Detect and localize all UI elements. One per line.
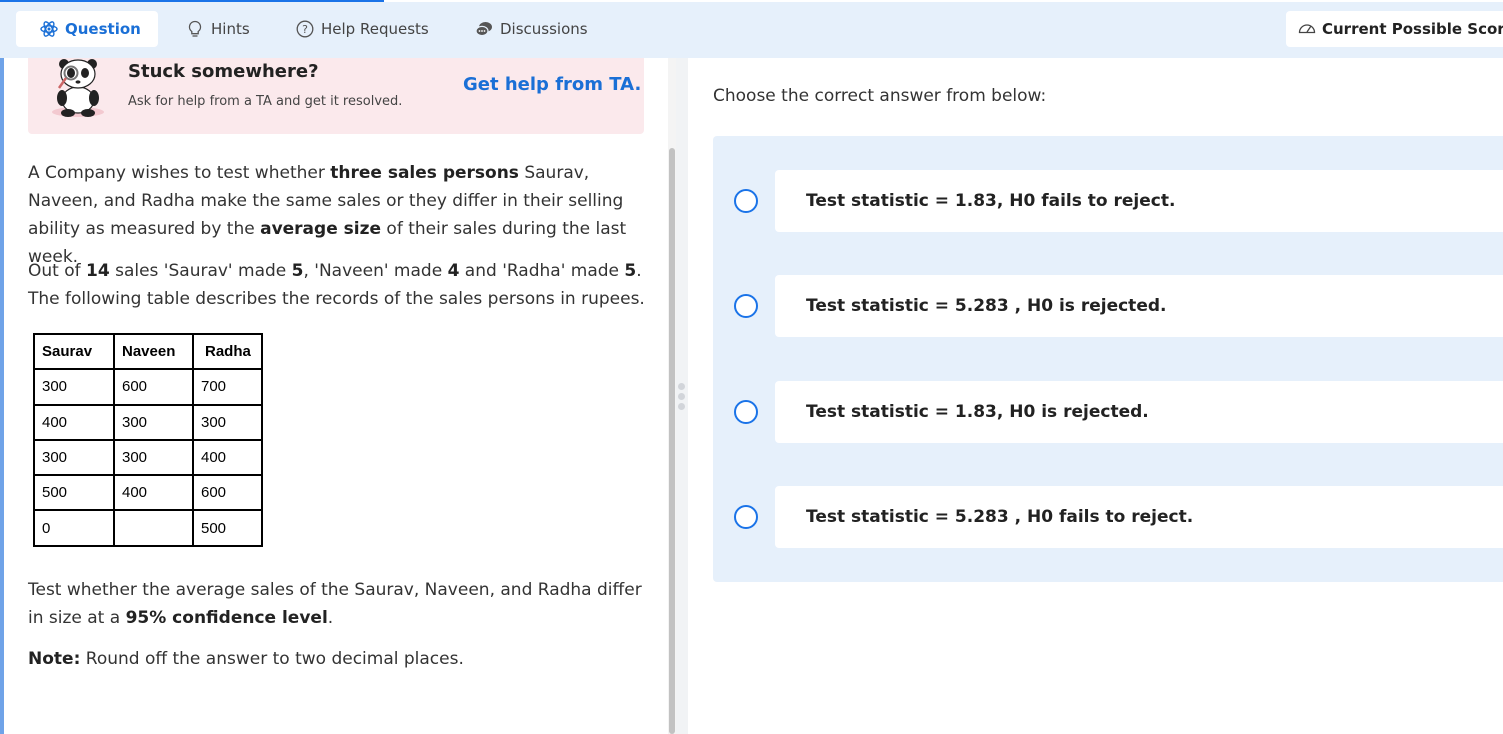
answer-option[interactable]: Test statistic = 5.283 , H0 is rejected. bbox=[713, 275, 1503, 337]
sales-table: Saurav Naveen Radha 300 600 700 400 300 … bbox=[33, 332, 263, 547]
question-paragraph-2: Out of 14 sales 'Saurav' made 5, 'Naveen… bbox=[28, 261, 645, 309]
table-cell bbox=[113, 509, 194, 547]
atom-icon bbox=[40, 20, 58, 38]
get-help-link[interactable]: Get help from TA. bbox=[463, 74, 641, 95]
tab-question[interactable]: Question bbox=[16, 11, 158, 47]
svg-text:?: ? bbox=[302, 23, 308, 36]
table-row: 500 400 600 bbox=[33, 474, 263, 512]
table-cell: 600 bbox=[192, 474, 263, 512]
table-cell: 600 bbox=[113, 368, 194, 406]
question-circle-icon: ? bbox=[296, 20, 314, 38]
radio-button[interactable] bbox=[734, 189, 758, 213]
table-cell: 500 bbox=[33, 474, 115, 512]
question-scrollbar-thumb[interactable] bbox=[669, 148, 675, 734]
answer-option[interactable]: Test statistic = 5.283 , H0 fails to rej… bbox=[713, 486, 1503, 548]
tab-question-label: Question bbox=[65, 20, 141, 38]
table-cell: 0 bbox=[33, 509, 115, 547]
question-paragraph-3: Test whether the average sales of the Sa… bbox=[28, 580, 642, 628]
drag-handle-icon[interactable] bbox=[677, 383, 685, 410]
table-cell: 400 bbox=[33, 403, 115, 441]
tab-discussions-label: Discussions bbox=[500, 20, 588, 38]
table-cell: 300 bbox=[113, 403, 194, 441]
table-row: 0 500 bbox=[33, 509, 263, 547]
table-cell: 300 bbox=[33, 368, 115, 406]
table-cell: 400 bbox=[113, 474, 194, 512]
table-cell: 300 bbox=[113, 438, 194, 477]
answer-options: Test statistic = 1.83, H0 fails to rejec… bbox=[713, 136, 1503, 582]
table-row: 400 300 300 bbox=[33, 403, 263, 441]
top-tab-bar: Question Hints ? Help Requests Discussio… bbox=[0, 2, 1503, 58]
answer-instruction: Choose the correct answer from below: bbox=[713, 86, 1047, 106]
table-header-row: Saurav Naveen Radha bbox=[33, 332, 263, 371]
table-cell: 500 bbox=[192, 509, 263, 547]
current-score-box: Current Possible Score: bbox=[1286, 11, 1503, 47]
tab-help-requests[interactable]: ? Help Requests bbox=[296, 11, 429, 47]
table-cell: 300 bbox=[33, 438, 115, 477]
answer-option-text[interactable]: Test statistic = 5.283 , H0 is rejected. bbox=[775, 275, 1503, 337]
table-header-cell: Naveen bbox=[113, 332, 194, 371]
current-score-label: Current Possible Score: bbox=[1322, 20, 1503, 38]
table-header-cell: Saurav bbox=[33, 332, 115, 371]
tab-help-requests-label: Help Requests bbox=[321, 20, 429, 38]
table-header-cell: Radha bbox=[192, 332, 263, 371]
radio-button[interactable] bbox=[734, 294, 758, 318]
help-subtitle: Ask for help from a TA and get it resolv… bbox=[128, 94, 403, 109]
gauge-icon bbox=[1298, 20, 1316, 38]
table-row: 300 300 400 bbox=[33, 438, 263, 477]
answer-option-text[interactable]: Test statistic = 1.83, H0 is rejected. bbox=[775, 381, 1503, 443]
table-cell: 700 bbox=[192, 368, 263, 406]
question-panel: Stuck somewhere? Ask for help from a TA … bbox=[4, 58, 668, 734]
question-note: Note: Round off the answer to two decima… bbox=[28, 649, 464, 669]
answer-panel: Choose the correct answer from below: Te… bbox=[688, 58, 1503, 734]
lightbulb-icon bbox=[186, 20, 204, 38]
answer-option-text[interactable]: Test statistic = 5.283 , H0 fails to rej… bbox=[775, 486, 1503, 548]
radio-button[interactable] bbox=[734, 400, 758, 424]
answer-option[interactable]: Test statistic = 1.83, H0 is rejected. bbox=[713, 381, 1503, 443]
panda-magnifier-icon bbox=[46, 58, 110, 120]
help-card: Stuck somewhere? Ask for help from a TA … bbox=[28, 58, 644, 134]
table-row: 300 600 700 bbox=[33, 368, 263, 406]
tab-discussions[interactable]: Discussions bbox=[475, 11, 588, 47]
table-cell: 400 bbox=[192, 438, 263, 477]
answer-option[interactable]: Test statistic = 1.83, H0 fails to rejec… bbox=[713, 170, 1503, 232]
help-title: Stuck somewhere? bbox=[128, 61, 319, 82]
chat-bubbles-icon bbox=[475, 20, 493, 38]
tab-hints[interactable]: Hints bbox=[186, 11, 250, 47]
tab-hints-label: Hints bbox=[211, 20, 250, 38]
radio-button[interactable] bbox=[734, 505, 758, 529]
question-paragraph-1: A Company wishes to test whether three s… bbox=[28, 163, 627, 267]
answer-option-text[interactable]: Test statistic = 1.83, H0 fails to rejec… bbox=[775, 170, 1503, 232]
table-cell: 300 bbox=[192, 403, 263, 441]
